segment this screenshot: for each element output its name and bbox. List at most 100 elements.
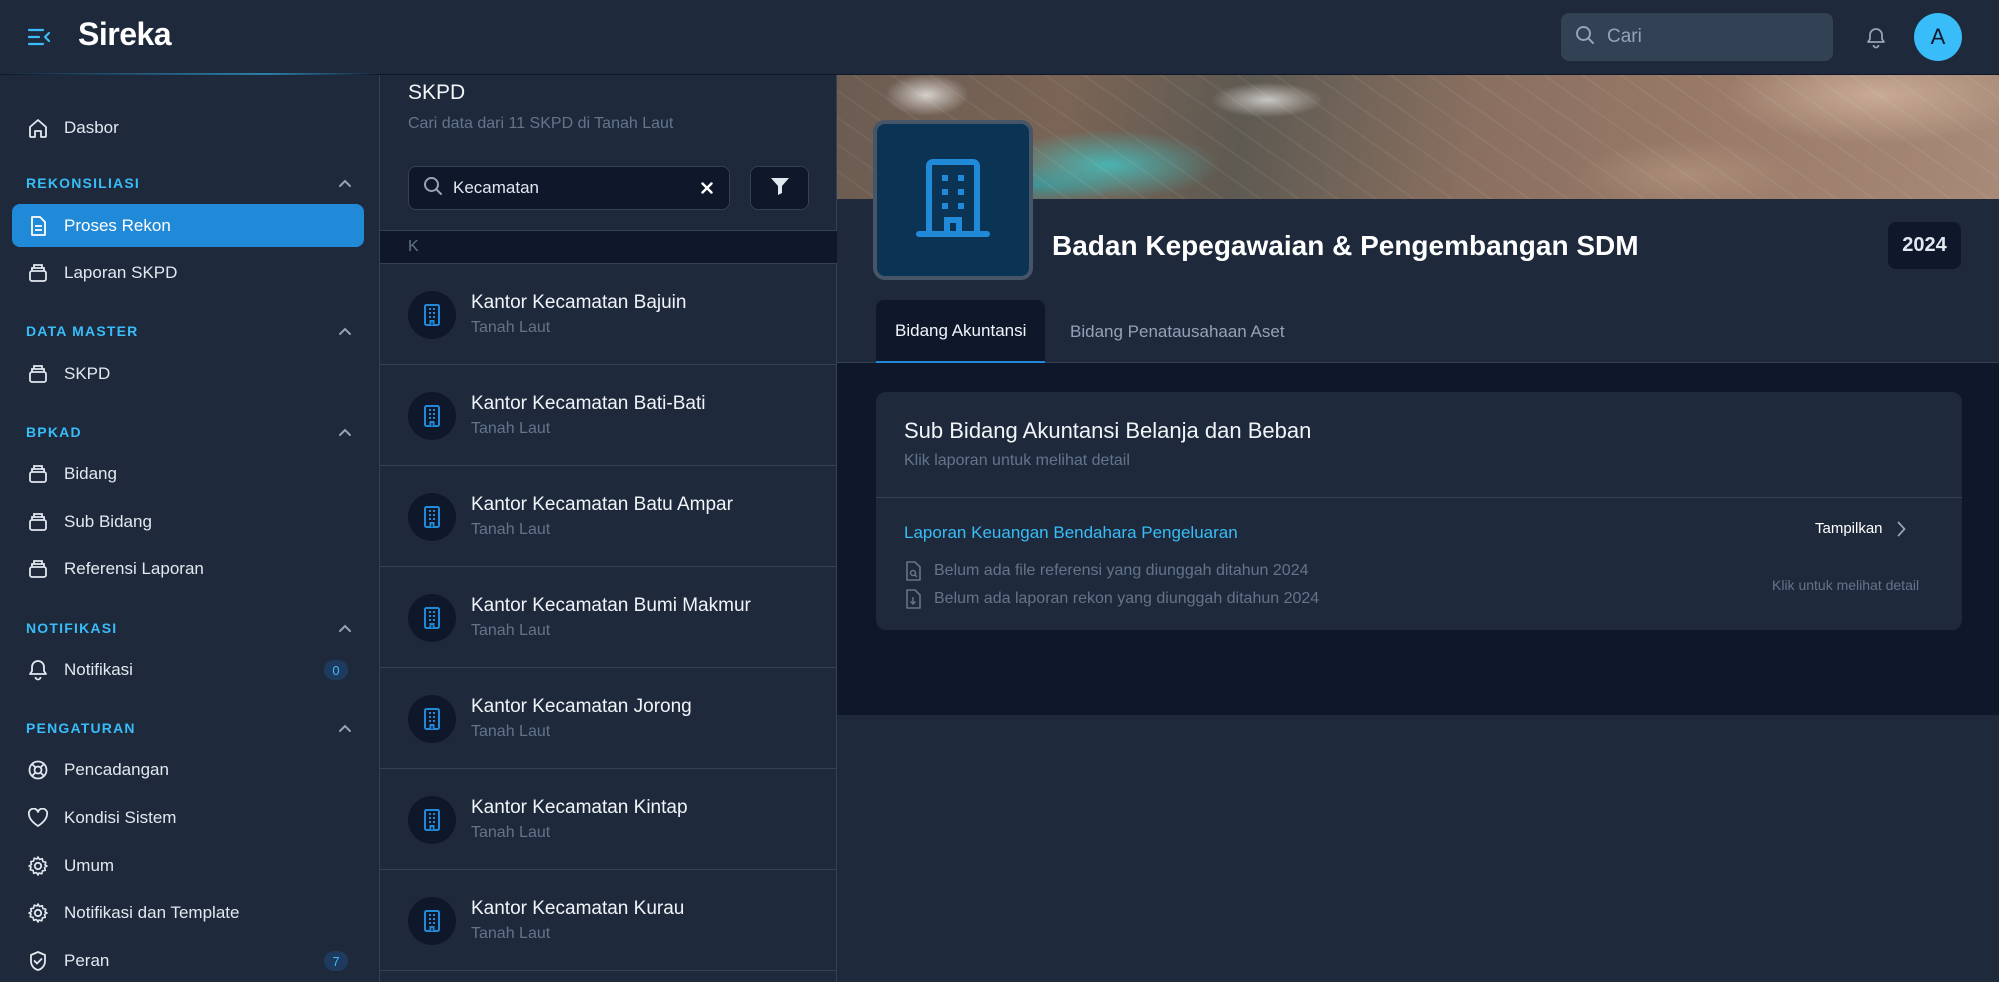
stack-icon bbox=[26, 510, 50, 534]
list-title: SKPD bbox=[408, 81, 466, 104]
skpd-region: Tanah Laut bbox=[471, 319, 551, 336]
sidebar-item-label: Notifikasi bbox=[64, 659, 133, 679]
sidebar-item-label: Laporan SKPD bbox=[64, 262, 178, 282]
top-bar: Sireka A bbox=[0, 0, 1999, 75]
sidebar-item-label: Notifikasi dan Template bbox=[64, 902, 240, 922]
year-selector[interactable]: 2024 bbox=[1888, 222, 1961, 269]
skpd-region: Tanah Laut bbox=[471, 622, 551, 639]
skpd-name: Kantor Kecamatan Jorong bbox=[471, 696, 692, 717]
show-label: Tampilkan bbox=[1815, 520, 1883, 537]
building-icon bbox=[408, 392, 456, 440]
sidebar-item-skpd[interactable]: SKPD bbox=[12, 352, 364, 395]
group-pengaturan[interactable]: PENGATURAN bbox=[26, 720, 352, 736]
search-input[interactable] bbox=[1607, 26, 1807, 48]
sidebar-item-notifikasi-template[interactable]: Notifikasi dan Template bbox=[12, 891, 364, 934]
sidebar-item-label: Bidang bbox=[64, 463, 117, 483]
sidebar-item-label: Pencadangan bbox=[64, 759, 169, 779]
chevron-up-icon bbox=[338, 424, 352, 440]
show-report-button[interactable]: Tampilkan bbox=[1815, 520, 1906, 537]
list-item[interactable]: Kantor Kecamatan Kintap Tanah Laut bbox=[380, 769, 837, 870]
search-icon bbox=[423, 176, 443, 201]
menu-collapse-icon[interactable] bbox=[26, 24, 54, 50]
global-search[interactable] bbox=[1561, 13, 1833, 61]
skpd-search-input[interactable] bbox=[453, 178, 673, 198]
detail-hint: Klik untuk melihat detail bbox=[1772, 577, 1920, 593]
list-item[interactable]: Kantor Kecamatan Bati-Bati Tanah Laut bbox=[380, 365, 837, 466]
building-icon bbox=[408, 796, 456, 844]
building-icon bbox=[408, 594, 456, 642]
sidebar: Dasbor REKONSILIASI Proses Rekon Laporan… bbox=[0, 75, 380, 982]
stack-icon bbox=[26, 557, 50, 581]
skpd-name: Kantor Kecamatan Kintap bbox=[471, 797, 688, 818]
tab-bidang-penatausahaan-aset[interactable]: Bidang Penatausahaan Aset bbox=[1051, 300, 1304, 363]
organization-title: Badan Kepegawaian & Pengembangan SDM bbox=[1052, 230, 1639, 261]
skpd-list-panel: SKPD Cari data dari 11 SKPD di Tanah Lau… bbox=[380, 75, 837, 982]
role-count-badge: 7 bbox=[324, 951, 348, 971]
chevron-up-icon bbox=[338, 175, 352, 191]
group-label: BPKAD bbox=[26, 424, 82, 440]
skpd-name: Kantor Kecamatan Bati-Bati bbox=[471, 393, 706, 414]
building-icon bbox=[408, 897, 456, 945]
skpd-region: Tanah Laut bbox=[471, 824, 551, 841]
tab-bidang-akuntansi[interactable]: Bidang Akuntansi bbox=[876, 300, 1046, 363]
lifebuoy-icon bbox=[26, 758, 50, 782]
sidebar-item-umum[interactable]: Umum bbox=[12, 844, 364, 887]
app-brand[interactable]: Sireka bbox=[78, 16, 172, 53]
sidebar-item-laporan-skpd[interactable]: Laporan SKPD bbox=[12, 251, 364, 294]
funnel-icon bbox=[770, 176, 790, 201]
sidebar-item-proses-rekon[interactable]: Proses Rekon bbox=[12, 204, 364, 247]
skpd-region: Tanah Laut bbox=[471, 420, 551, 437]
sidebar-item-peran[interactable]: Peran 7 bbox=[12, 939, 364, 982]
sidebar-item-referensi-laporan[interactable]: Referensi Laporan bbox=[12, 547, 364, 590]
skpd-region: Tanah Laut bbox=[471, 925, 551, 942]
sub-bidang-card: Sub Bidang Akuntansi Belanja dan Beban K… bbox=[876, 392, 1962, 630]
group-label: NOTIFIKASI bbox=[26, 620, 118, 636]
sidebar-item-bidang[interactable]: Bidang bbox=[12, 452, 364, 495]
list-item[interactable]: Kantor Kecamatan Kurau Tanah Laut bbox=[380, 870, 837, 971]
bell-icon bbox=[26, 658, 50, 682]
group-label: PENGATURAN bbox=[26, 720, 136, 736]
skpd-name: Kantor Kecamatan Kurau bbox=[471, 898, 685, 919]
sidebar-item-label: Kondisi Sistem bbox=[64, 807, 177, 827]
skpd-search-box[interactable] bbox=[408, 166, 730, 210]
file-search-icon bbox=[904, 561, 922, 581]
chevron-right-icon bbox=[1897, 521, 1906, 537]
file-download-icon bbox=[904, 589, 922, 609]
heart-icon bbox=[26, 806, 50, 830]
skpd-name: Kantor Kecamatan Batu Ampar bbox=[471, 494, 733, 515]
building-icon bbox=[408, 493, 456, 541]
group-bpkad[interactable]: BPKAD bbox=[26, 424, 352, 440]
sidebar-item-kondisi-sistem[interactable]: Kondisi Sistem bbox=[12, 796, 364, 839]
card-subtitle: Klik laporan untuk melihat detail bbox=[904, 452, 1130, 469]
group-rekonsiliasi[interactable]: REKONSILIASI bbox=[26, 175, 352, 191]
shield-check-icon bbox=[26, 949, 50, 973]
list-item[interactable]: Kantor Kecamatan Bumi Makmur Tanah Laut bbox=[380, 567, 837, 668]
sidebar-item-label: Dasbor bbox=[64, 117, 119, 137]
sidebar-item-label: Sub Bidang bbox=[64, 511, 152, 531]
report-link[interactable]: Laporan Keuangan Bendahara Pengeluaran bbox=[904, 523, 1238, 543]
group-data-master[interactable]: DATA MASTER bbox=[26, 323, 352, 339]
filter-button[interactable] bbox=[750, 166, 809, 210]
skpd-detail-panel: Badan Kepegawaian & Pengembangan SDM 202… bbox=[837, 75, 1999, 982]
rekon-note: Belum ada laporan rekon yang diunggah di… bbox=[904, 589, 1319, 609]
search-icon bbox=[1575, 25, 1595, 50]
list-item[interactable]: Kantor Kecamatan Batu Ampar Tanah Laut bbox=[380, 466, 837, 567]
stack-icon bbox=[26, 362, 50, 386]
bidang-tabs: Bidang Akuntansi Bidang Penatausahaan As… bbox=[837, 300, 1999, 363]
sidebar-item-dashboard[interactable]: Dasbor bbox=[12, 106, 364, 149]
group-notifikasi[interactable]: NOTIFIKASI bbox=[26, 620, 352, 636]
list-item[interactable]: Kantor Kecamatan Jorong Tanah Laut bbox=[380, 668, 837, 769]
bell-icon[interactable] bbox=[1862, 24, 1890, 52]
avatar[interactable]: A bbox=[1914, 13, 1962, 61]
clear-icon[interactable] bbox=[697, 178, 717, 198]
home-icon bbox=[26, 116, 50, 140]
note-text: Belum ada file referensi yang diunggah d… bbox=[934, 562, 1309, 579]
sidebar-item-notifikasi[interactable]: Notifikasi 0 bbox=[12, 648, 364, 691]
sidebar-item-pencadangan[interactable]: Pencadangan bbox=[12, 748, 364, 791]
sidebar-item-label: Referensi Laporan bbox=[64, 558, 204, 578]
list-item[interactable]: Kantor Kecamatan Bajuin Tanah Laut bbox=[380, 264, 837, 365]
alphabet-group-header: K bbox=[380, 230, 837, 264]
group-label: DATA MASTER bbox=[26, 323, 139, 339]
document-icon bbox=[26, 214, 50, 238]
sidebar-item-sub-bidang[interactable]: Sub Bidang bbox=[12, 500, 364, 543]
